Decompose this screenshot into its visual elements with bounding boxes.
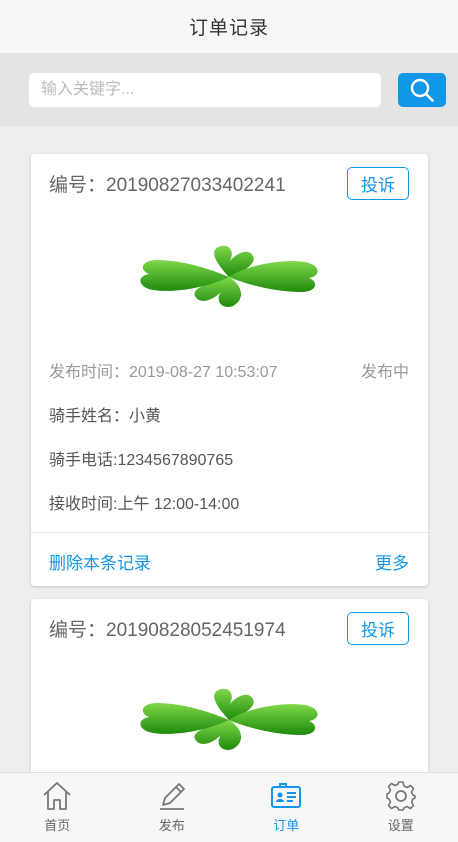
clover-image bbox=[140, 245, 318, 307]
tab-label: 订单 bbox=[273, 819, 300, 834]
order-list[interactable]: 编号：20190827033402241 投诉 发布时间：2019-08-27 … bbox=[0, 126, 458, 772]
search-bar bbox=[0, 54, 458, 126]
clover-image bbox=[140, 688, 318, 750]
publish-time-row: 发布时间：2019-08-27 10:53:07 bbox=[49, 358, 278, 382]
tab-label: 设置 bbox=[387, 819, 414, 834]
complain-button[interactable]: 投诉 bbox=[347, 612, 409, 645]
status-badge: 发布中 bbox=[360, 362, 409, 381]
receive-time: 接收时间:上午 12:00-14:00 bbox=[49, 496, 240, 513]
tab-label: 发布 bbox=[158, 819, 185, 834]
rider-phone: 骑手电话:1234567890765 bbox=[49, 452, 234, 469]
search-icon bbox=[410, 78, 434, 102]
divider bbox=[31, 532, 428, 533]
order-number: 编号：20190828052451974 bbox=[49, 620, 286, 641]
order-card: 编号：20190828052451974 投诉 bbox=[31, 599, 428, 772]
order-card: 编号：20190827033402241 投诉 发布时间：2019-08-27 … bbox=[31, 154, 428, 586]
gear-icon bbox=[385, 781, 416, 811]
rider-name: 骑手姓名：小黄 bbox=[49, 408, 162, 425]
tab-settings[interactable]: 设置 bbox=[344, 773, 458, 842]
pencil-icon bbox=[159, 783, 185, 810]
delete-record-link[interactable]: 删除本条记录 bbox=[49, 549, 151, 574]
publish-time-label: 发布时间： bbox=[49, 364, 130, 381]
page-title: 订单记录 bbox=[188, 17, 269, 39]
search-input[interactable] bbox=[29, 73, 381, 107]
order-card-icon bbox=[271, 783, 302, 808]
tab-publish[interactable]: 发布 bbox=[115, 773, 230, 842]
search-button[interactable] bbox=[398, 73, 446, 107]
order-number: 编号：20190827033402241 bbox=[49, 175, 286, 196]
bottom-tab-bar: 首页 发布 订单 设置 bbox=[0, 772, 458, 842]
complain-button[interactable]: 投诉 bbox=[347, 167, 409, 200]
home-icon bbox=[43, 782, 71, 810]
tab-home[interactable]: 首页 bbox=[0, 773, 115, 842]
publish-time-value: 2019-08-27 10:53:07 bbox=[129, 364, 278, 381]
tab-orders[interactable]: 订单 bbox=[229, 773, 344, 842]
more-link[interactable]: 更多 bbox=[375, 549, 409, 574]
top-bar: 订单记录 bbox=[0, 0, 458, 54]
tab-label: 首页 bbox=[44, 819, 71, 834]
